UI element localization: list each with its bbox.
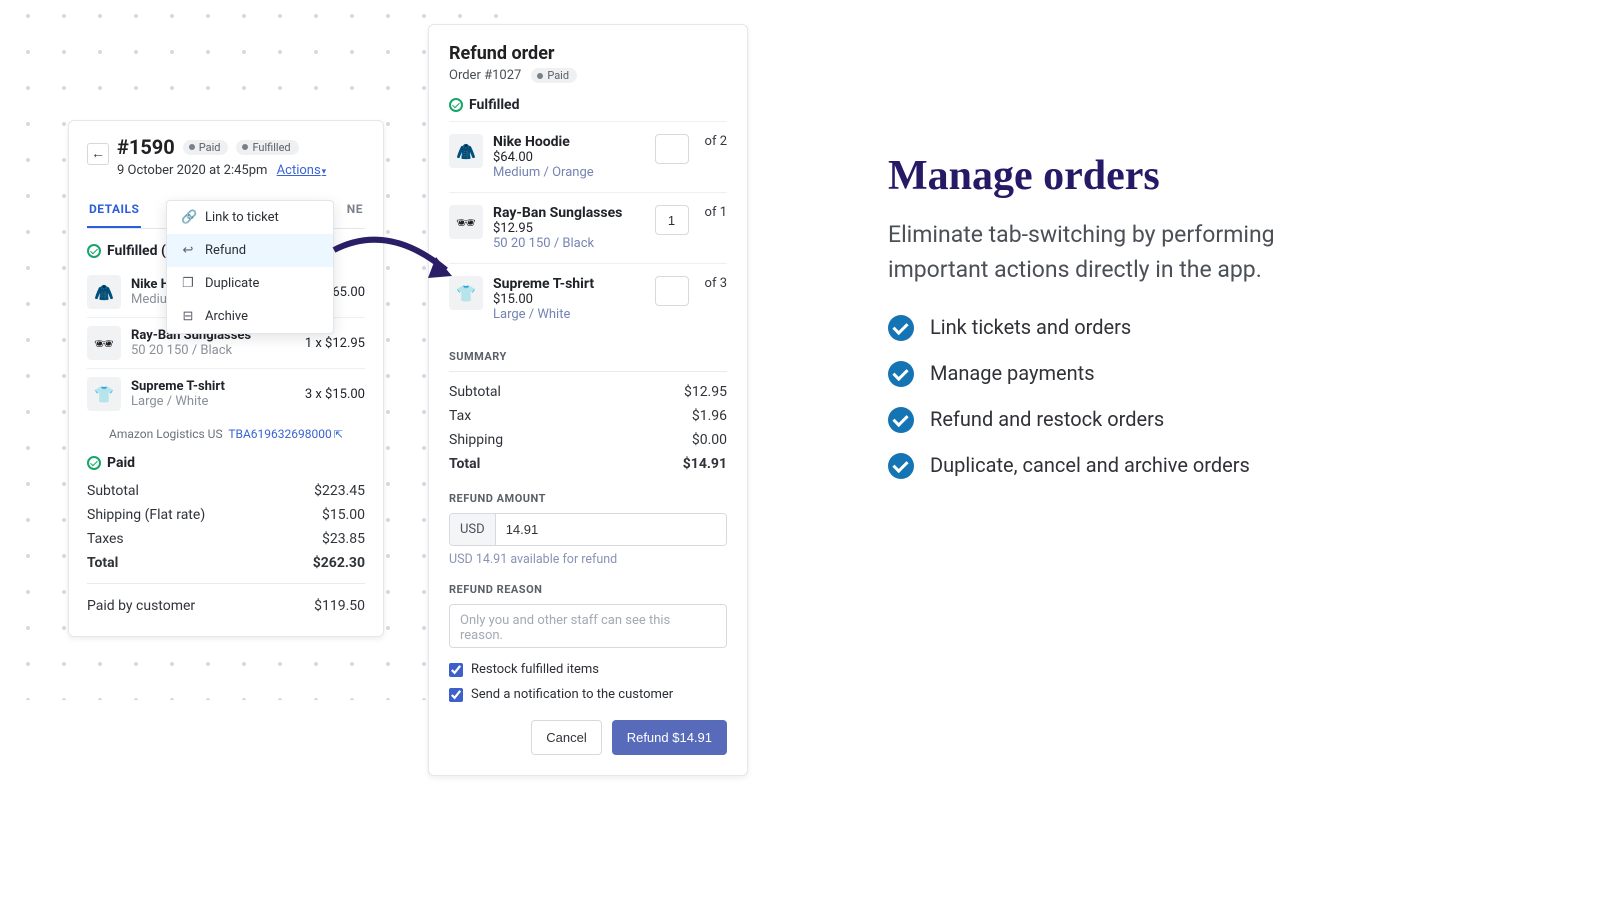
menu-link-to-ticket[interactable]: 🔗Link to ticket (167, 201, 333, 234)
line-item-name: Supreme T-shirt (493, 276, 645, 292)
line-item-name: Supreme T-shirt (131, 379, 295, 394)
arrow-annotation (328, 232, 468, 288)
order-number: #1590 (117, 135, 175, 159)
line-item-price: $64.00 (493, 150, 645, 165)
line-item-variant: 50 20 150 / Black (131, 343, 295, 358)
back-button[interactable]: ← (87, 143, 109, 165)
actions-dropdown-menu: 🔗Link to ticket ↩Refund ❐Duplicate ⊟Arch… (166, 200, 334, 334)
restock-checkbox-row: Restock fulfilled items (449, 662, 727, 677)
refund-title: Refund order (449, 43, 727, 64)
check-icon (888, 361, 914, 387)
summary-row-total: Total$14.91 (449, 452, 727, 476)
menu-archive[interactable]: ⊟Archive (167, 300, 333, 333)
order-date: 9 October 2020 at 2:45pm (117, 163, 267, 178)
summary-heading: SUMMARY (449, 350, 727, 363)
paid-badge: Paid (183, 140, 229, 155)
refund-line-item: 👕 Supreme T-shirt $15.00 Large / White o… (449, 263, 727, 334)
summary-row-total: Total$262.30 (87, 551, 365, 575)
refund-order-card: Refund order Order #1027 Paid Fulfilled … (428, 24, 748, 776)
feature-item: Refund and restock orders (888, 405, 1318, 433)
product-thumb: 🕶 (87, 326, 121, 360)
check-icon (888, 453, 914, 479)
duplicate-icon: ❐ (181, 276, 195, 291)
refund-reason-heading: REFUND REASON (449, 583, 727, 596)
refund-amount-input[interactable] (496, 514, 726, 545)
of-total: of 3 (705, 276, 727, 291)
refund-qty-input[interactable] (655, 134, 689, 164)
chevron-down-icon: ▾ (322, 167, 327, 177)
line-item-variant: 50 20 150 / Black (493, 236, 645, 251)
tab-timeline[interactable]: NE (345, 194, 365, 228)
refund-amount-heading: REFUND AMOUNT (449, 492, 727, 505)
refund-icon: ↩ (181, 243, 195, 258)
line-item-variant: Large / White (493, 307, 645, 322)
refund-line-item: 🧥 Nike Hoodie $64.00 Medium / Orange of … (449, 121, 727, 192)
notify-checkbox[interactable] (449, 688, 463, 702)
menu-refund[interactable]: ↩Refund (167, 234, 333, 267)
restock-checkbox[interactable] (449, 663, 463, 677)
refund-available-hint: USD 14.91 available for refund (449, 552, 727, 567)
link-icon: 🔗 (181, 210, 195, 225)
marketing-subtitle: Eliminate tab-switching by performing im… (888, 218, 1318, 287)
line-item-price: $15.00 (493, 292, 645, 307)
feature-item: Duplicate, cancel and archive orders (888, 451, 1318, 479)
line-item: 👕 Supreme T-shirt Large / White 3 x $15.… (87, 368, 365, 419)
line-item-name: Nike Hoodie (493, 134, 645, 150)
line-item-name: Ray-Ban Sunglasses (493, 205, 645, 221)
line-item-price: $12.95 (493, 221, 645, 236)
summary-row: Subtotal$12.95 (449, 380, 727, 404)
line-item-qty: 1 x $12.95 (305, 336, 365, 351)
back-arrow-icon: ← (91, 146, 105, 162)
divider (87, 583, 365, 584)
divider (449, 371, 727, 372)
feature-item: Manage payments (888, 359, 1318, 387)
archive-icon: ⊟ (181, 309, 195, 324)
actions-dropdown-trigger[interactable]: Actions▾ (277, 163, 327, 178)
summary-row: Shipping (Flat rate)$15.00 (87, 503, 365, 527)
summary-row: Subtotal$223.45 (87, 479, 365, 503)
summary-row: Tax$1.96 (449, 404, 727, 428)
notify-checkbox-row: Send a notification to the customer (449, 687, 727, 702)
refund-line-item: 🕶 Ray-Ban Sunglasses $12.95 50 20 150 / … (449, 192, 727, 263)
fulfilled-badge: Fulfilled (236, 140, 298, 155)
marketing-panel: Manage orders Eliminate tab-switching by… (888, 152, 1318, 497)
external-link-icon: ⇱ (334, 428, 343, 441)
refund-amount-input-group: USD (449, 513, 727, 546)
of-total: of 2 (705, 134, 727, 149)
paid-badge: Paid (531, 68, 577, 83)
refund-confirm-button[interactable]: Refund $14.91 (612, 720, 727, 755)
summary-row: Shipping$0.00 (449, 428, 727, 452)
check-icon (888, 315, 914, 341)
product-thumb: 🧥 (449, 134, 483, 168)
refund-qty-input[interactable] (655, 205, 689, 235)
marketing-title: Manage orders (888, 152, 1318, 200)
check-icon (888, 407, 914, 433)
check-circle-icon (87, 456, 101, 470)
order-details-card: ← #1590 Paid Fulfilled 9 October 2020 at… (68, 120, 384, 637)
line-item-variant: Large / White (131, 394, 295, 409)
feature-item: Link tickets and orders (888, 313, 1318, 341)
refund-subtitle: Order #1027 Paid (449, 68, 727, 83)
currency-prefix: USD (450, 514, 496, 545)
refund-qty-input[interactable] (655, 276, 689, 306)
tracking-link[interactable]: TBA619632698000⇱ (228, 427, 343, 441)
summary-row: Taxes$23.85 (87, 527, 365, 551)
check-circle-icon (87, 244, 101, 258)
product-thumb: 🧥 (87, 275, 121, 309)
of-total: of 1 (705, 205, 727, 220)
tab-details[interactable]: DETAILS (87, 194, 141, 228)
cancel-button[interactable]: Cancel (531, 720, 601, 755)
menu-duplicate[interactable]: ❐Duplicate (167, 267, 333, 300)
line-item-variant: Medium / Orange (493, 165, 645, 180)
product-thumb: 👕 (87, 377, 121, 411)
paid-section-head: Paid (87, 455, 365, 471)
line-item-qty: 3 x $15.00 (305, 387, 365, 402)
refund-reason-input[interactable] (449, 604, 727, 648)
paid-by-customer-row: Paid by customer$119.50 (87, 594, 365, 618)
check-circle-icon (449, 98, 463, 112)
tracking-info: Amazon Logistics US TBA619632698000⇱ (87, 427, 365, 441)
fulfilled-section-head: Fulfilled (449, 97, 727, 113)
